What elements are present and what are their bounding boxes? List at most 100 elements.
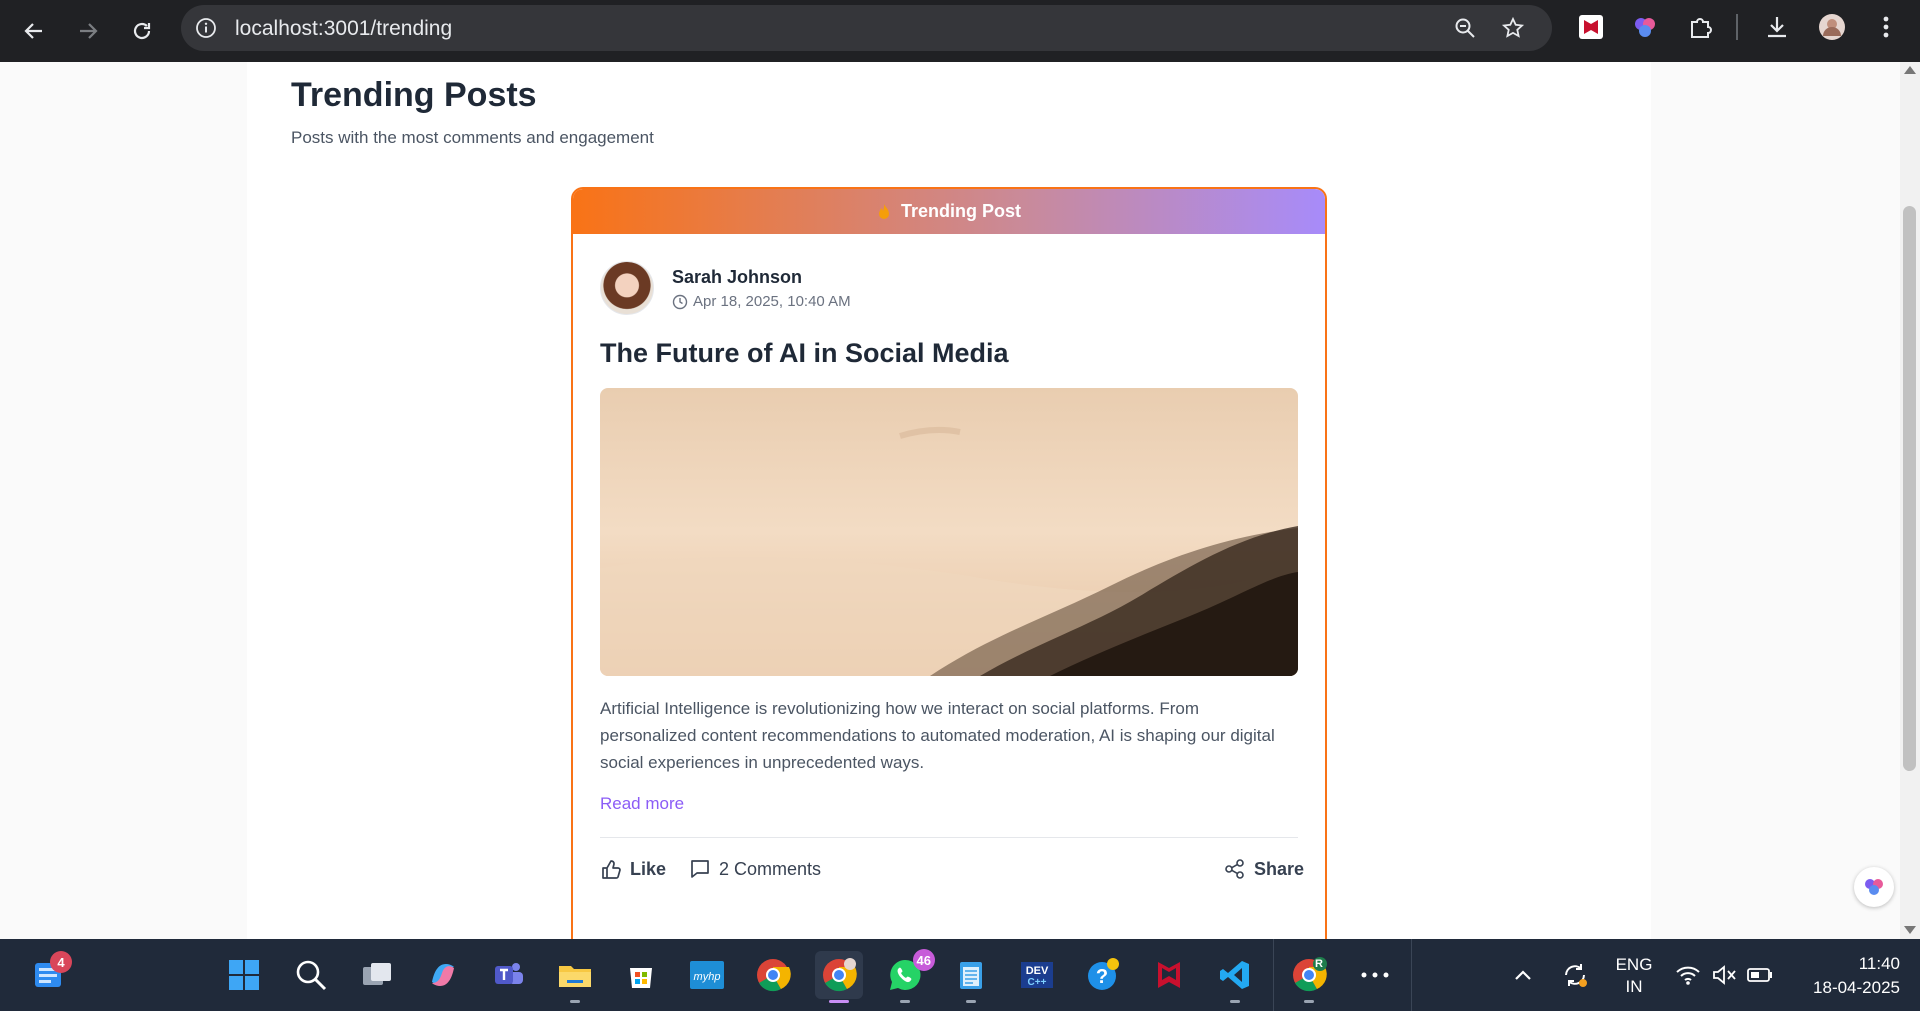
teams-button[interactable] [485, 951, 533, 999]
page-subtitle: Posts with the most comments and engagem… [291, 128, 654, 147]
forward-button[interactable] [68, 11, 108, 51]
floating-assistant-button[interactable] [1854, 867, 1894, 907]
comment-icon [691, 860, 709, 878]
back-button[interactable] [14, 11, 54, 51]
teams-icon [495, 963, 523, 984]
whatsapp-button[interactable]: 46 [881, 949, 935, 1003]
address-bar[interactable]: localhost:3001/trending [181, 5, 1552, 51]
devcpp-icon: DEVC++ [1021, 962, 1053, 988]
task-view-icon [363, 963, 391, 985]
battery-tray-button[interactable] [1740, 951, 1780, 999]
vscode-icon [1220, 961, 1249, 989]
copilot-icon [432, 964, 454, 986]
wifi-tray-button[interactable] [1668, 951, 1708, 999]
whatsapp-badge: 46 [912, 949, 935, 971]
chrome-r-indicator [1304, 1000, 1314, 1003]
browser-toolbar: localhost:3001/trending [0, 0, 1920, 62]
notepad-button[interactable] [947, 951, 995, 1003]
more-dots-icon [1361, 972, 1389, 978]
chrome-profile-letter: R [1315, 958, 1323, 970]
trending-banner: Trending Post [573, 189, 1325, 234]
comments-button[interactable]: 2 Comments [689, 858, 821, 880]
post-date-text: Apr 18, 2025, 10:40 AM [693, 293, 851, 310]
extension-mcafee-icon[interactable] [1577, 13, 1605, 41]
clock-icon [672, 294, 688, 309]
task-view-button[interactable] [353, 951, 401, 999]
scrollbar-thumb[interactable] [1903, 206, 1916, 771]
scroll-up-arrow-icon[interactable] [1904, 66, 1916, 74]
share-button[interactable]: Share [1224, 858, 1304, 880]
post-image [600, 388, 1298, 676]
language-code: ENG [1615, 955, 1653, 974]
search-button[interactable] [287, 951, 335, 999]
get-help-button[interactable]: ? [1079, 951, 1127, 999]
region-code: IN [1625, 977, 1643, 996]
search-icon [296, 960, 327, 991]
wifi-icon [1676, 966, 1700, 985]
windows-logo-icon [229, 960, 259, 990]
microsoft-store-button[interactable] [617, 951, 665, 999]
widgets-button[interactable]: 4 [24, 951, 72, 999]
comments-label: 2 Comments [719, 858, 822, 879]
show-hidden-icons-button[interactable] [1503, 951, 1543, 999]
chrome-profile-r-button[interactable]: R [1285, 951, 1333, 1003]
sync-tray-button[interactable] [1555, 951, 1595, 999]
forward-arrow-icon [80, 23, 98, 39]
mcafee-button[interactable] [1145, 951, 1193, 999]
reload-button[interactable] [122, 11, 162, 51]
whatsapp-indicator [900, 1000, 910, 1003]
bookmark-star-icon[interactable] [1501, 16, 1525, 40]
language-indicator[interactable]: ENG IN [1612, 954, 1656, 998]
scroll-down-arrow-icon[interactable] [1904, 926, 1916, 934]
share-label: Share [1254, 858, 1305, 879]
read-more-link[interactable]: Read more [600, 794, 684, 814]
brain-icon [1865, 879, 1883, 895]
url-text[interactable]: localhost:3001/trending [235, 17, 452, 41]
help-icon: ? [1088, 958, 1119, 990]
taskbar-separator [1273, 939, 1274, 1011]
page-viewport: Trending Posts Posts with the most comme… [0, 62, 1900, 974]
zoom-icon[interactable] [1453, 16, 1477, 40]
notepad-indicator [966, 1000, 976, 1003]
post-body: Artificial Intelligence is revolutionizi… [600, 699, 1275, 772]
devcpp-button[interactable]: DEV C++ [1013, 951, 1061, 999]
flame-icon [878, 203, 889, 219]
chrome-button[interactable] [749, 951, 797, 999]
active-app-indicator [829, 1000, 849, 1003]
file-explorer-indicator [570, 1000, 580, 1003]
chrome-profile-active-button[interactable] [815, 951, 863, 1003]
copilot-button[interactable] [419, 951, 467, 999]
post-card: Trending Post Sarah Johnson Apr 18, 2025… [571, 187, 1327, 974]
site-info-icon[interactable] [195, 17, 217, 39]
thumbs-up-icon [602, 860, 621, 879]
author-name[interactable]: Sarah Johnson [672, 267, 802, 288]
clock[interactable]: 11:40 18-04-2025 [1792, 952, 1900, 1000]
profile-avatar-icon[interactable] [1818, 13, 1846, 41]
reload-icon [133, 22, 151, 40]
browser-menu-icon[interactable] [1872, 13, 1900, 41]
widgets-badge: 4 [50, 951, 72, 973]
myhp-button[interactable]: myhp [683, 951, 731, 999]
author-avatar[interactable] [600, 261, 654, 315]
extension-brain-icon[interactable] [1631, 13, 1659, 41]
like-button[interactable]: Like [600, 858, 666, 880]
sync-icon [1565, 964, 1587, 987]
svg-text:myhp: myhp [694, 971, 721, 983]
more-apps-button[interactable] [1351, 951, 1399, 999]
start-button[interactable] [220, 951, 268, 999]
mcafee-icon [1158, 962, 1180, 988]
svg-text:?: ? [1096, 966, 1108, 988]
post-title[interactable]: The Future of AI in Social Media [600, 338, 1009, 369]
trending-banner-label: Trending Post [900, 201, 1021, 221]
chrome-profile-icon [823, 958, 857, 992]
volume-muted-icon [1713, 965, 1736, 985]
extensions-puzzle-icon[interactable] [1686, 13, 1714, 41]
file-explorer-button[interactable] [551, 951, 599, 1003]
vscode-button[interactable] [1211, 951, 1259, 1003]
myhp-icon: myhp [690, 961, 724, 989]
post-date: Apr 18, 2025, 10:40 AM [672, 293, 851, 310]
volume-tray-button[interactable] [1704, 951, 1744, 999]
battery-icon [1747, 968, 1772, 982]
downloads-icon[interactable] [1763, 13, 1791, 41]
clock-date: 18-04-2025 [1813, 978, 1900, 997]
